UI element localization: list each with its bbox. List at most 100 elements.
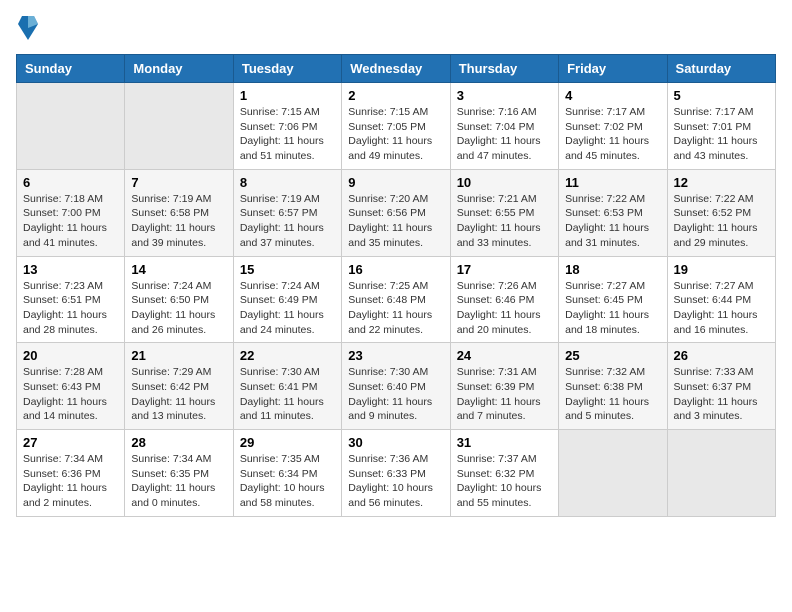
day-number: 30 <box>348 435 443 450</box>
day-number: 29 <box>240 435 335 450</box>
day-info: Sunrise: 7:27 AMSunset: 6:44 PMDaylight:… <box>674 279 769 338</box>
weekday-header-saturday: Saturday <box>667 55 775 83</box>
weekday-header-thursday: Thursday <box>450 55 558 83</box>
day-number: 23 <box>348 348 443 363</box>
calendar-cell: 12 Sunrise: 7:22 AMSunset: 6:52 PMDayligh… <box>667 169 775 256</box>
calendar-cell: 2Sunrise: 7:15 AMSunset: 7:05 PMDaylight… <box>342 83 450 170</box>
weekday-header-row: SundayMondayTuesdayWednesdayThursdayFrid… <box>17 55 776 83</box>
day-info: Sunrise: 7:24 AMSunset: 6:49 PMDaylight:… <box>240 279 335 338</box>
calendar-cell: 29 Sunrise: 7:35 AMSunset: 6:34 PMDayligh… <box>233 430 341 517</box>
weekday-header-wednesday: Wednesday <box>342 55 450 83</box>
day-info: Sunrise: 7:24 AMSunset: 6:50 PMDaylight:… <box>131 279 226 338</box>
day-number: 14 <box>131 262 226 277</box>
calendar-cell: 15 Sunrise: 7:24 AMSunset: 6:49 PMDayligh… <box>233 256 341 343</box>
calendar-cell: 27 Sunrise: 7:34 AMSunset: 6:36 PMDayligh… <box>17 430 125 517</box>
calendar-cell: 23 Sunrise: 7:30 AMSunset: 6:40 PMDayligh… <box>342 343 450 430</box>
calendar-cell: 6Sunrise: 7:18 AMSunset: 7:00 PMDaylight… <box>17 169 125 256</box>
weekday-header-tuesday: Tuesday <box>233 55 341 83</box>
calendar-cell: 3Sunrise: 7:16 AMSunset: 7:04 PMDaylight… <box>450 83 558 170</box>
day-number: 2 <box>348 88 443 103</box>
day-info: Sunrise: 7:32 AMSunset: 6:38 PMDaylight:… <box>565 365 660 424</box>
calendar-week-2: 6Sunrise: 7:18 AMSunset: 7:00 PMDaylight… <box>17 169 776 256</box>
calendar-cell: 4 Sunrise: 7:17 AMSunset: 7:02 PMDaylight… <box>559 83 667 170</box>
day-info: Sunrise: 7:34 AMSunset: 6:35 PMDaylight:… <box>131 452 226 511</box>
day-info: Sunrise: 7:21 AMSunset: 6:55 PMDaylight:… <box>457 192 552 251</box>
day-info: Sunrise: 7:17 AMSunset: 7:02 PMDaylight:… <box>565 105 660 164</box>
day-number: 15 <box>240 262 335 277</box>
day-number: 21 <box>131 348 226 363</box>
day-info: Sunrise: 7:22 AMSunset: 6:52 PMDaylight:… <box>674 192 769 251</box>
calendar-cell: 28 Sunrise: 7:34 AMSunset: 6:35 PMDayligh… <box>125 430 233 517</box>
day-info: Sunrise: 7:36 AMSunset: 6:33 PMDaylight:… <box>348 452 443 511</box>
day-info: Sunrise: 7:35 AMSunset: 6:34 PMDaylight:… <box>240 452 335 511</box>
day-number: 10 <box>457 175 552 190</box>
day-number: 12 <box>674 175 769 190</box>
day-number: 17 <box>457 262 552 277</box>
day-info: Sunrise: 7:22 AMSunset: 6:53 PMDaylight:… <box>565 192 660 251</box>
day-info: Sunrise: 7:30 AMSunset: 6:41 PMDaylight:… <box>240 365 335 424</box>
calendar-cell: 11 Sunrise: 7:22 AMSunset: 6:53 PMDayligh… <box>559 169 667 256</box>
day-info: Sunrise: 7:30 AMSunset: 6:40 PMDaylight:… <box>348 365 443 424</box>
day-info: Sunrise: 7:20 AMSunset: 6:56 PMDaylight:… <box>348 192 443 251</box>
calendar-cell: 19 Sunrise: 7:27 AMSunset: 6:44 PMDayligh… <box>667 256 775 343</box>
day-info: Sunrise: 7:16 AMSunset: 7:04 PMDaylight:… <box>457 105 552 164</box>
day-number: 11 <box>565 175 660 190</box>
calendar-cell: 1 Sunrise: 7:15 AMSunset: 7:06 PMDaylight… <box>233 83 341 170</box>
day-info: Sunrise: 7:19 AMSunset: 6:58 PMDaylight:… <box>131 192 226 251</box>
day-number: 1 <box>240 88 335 103</box>
calendar-week-3: 13 Sunrise: 7:23 AMSunset: 6:51 PMDayligh… <box>17 256 776 343</box>
calendar-cell <box>17 83 125 170</box>
day-info: Sunrise: 7:37 AMSunset: 6:32 PMDaylight:… <box>457 452 552 511</box>
day-info: Sunrise: 7:29 AMSunset: 6:42 PMDaylight:… <box>131 365 226 424</box>
day-info: Sunrise: 7:26 AMSunset: 6:46 PMDaylight:… <box>457 279 552 338</box>
logo-general <box>16 16 38 42</box>
day-number: 16 <box>348 262 443 277</box>
day-number: 8 <box>240 175 335 190</box>
day-info: Sunrise: 7:15 AMSunset: 7:06 PMDaylight:… <box>240 105 335 164</box>
day-number: 7 <box>131 175 226 190</box>
weekday-header-monday: Monday <box>125 55 233 83</box>
calendar-cell: 16 Sunrise: 7:25 AMSunset: 6:48 PMDayligh… <box>342 256 450 343</box>
day-number: 20 <box>23 348 118 363</box>
calendar-cell: 5Sunrise: 7:17 AMSunset: 7:01 PMDaylight… <box>667 83 775 170</box>
day-info: Sunrise: 7:27 AMSunset: 6:45 PMDaylight:… <box>565 279 660 338</box>
calendar-table: SundayMondayTuesdayWednesdayThursdayFrid… <box>16 54 776 517</box>
day-number: 31 <box>457 435 552 450</box>
day-number: 22 <box>240 348 335 363</box>
day-number: 28 <box>131 435 226 450</box>
calendar-cell: 10 Sunrise: 7:21 AMSunset: 6:55 PMDayligh… <box>450 169 558 256</box>
day-info: Sunrise: 7:28 AMSunset: 6:43 PMDaylight:… <box>23 365 118 424</box>
day-number: 25 <box>565 348 660 363</box>
day-info: Sunrise: 7:19 AMSunset: 6:57 PMDaylight:… <box>240 192 335 251</box>
logo-icon <box>18 14 38 42</box>
calendar-cell <box>667 430 775 517</box>
day-info: Sunrise: 7:34 AMSunset: 6:36 PMDaylight:… <box>23 452 118 511</box>
calendar-cell: 22 Sunrise: 7:30 AMSunset: 6:41 PMDayligh… <box>233 343 341 430</box>
calendar-cell: 26 Sunrise: 7:33 AMSunset: 6:37 PMDayligh… <box>667 343 775 430</box>
calendar-cell <box>125 83 233 170</box>
day-number: 4 <box>565 88 660 103</box>
day-number: 27 <box>23 435 118 450</box>
day-number: 26 <box>674 348 769 363</box>
day-number: 5 <box>674 88 769 103</box>
calendar-cell <box>559 430 667 517</box>
calendar-cell: 18Sunrise: 7:27 AMSunset: 6:45 PMDayligh… <box>559 256 667 343</box>
day-info: Sunrise: 7:23 AMSunset: 6:51 PMDaylight:… <box>23 279 118 338</box>
calendar-week-4: 20 Sunrise: 7:28 AMSunset: 6:43 PMDayligh… <box>17 343 776 430</box>
calendar-cell: 13 Sunrise: 7:23 AMSunset: 6:51 PMDayligh… <box>17 256 125 343</box>
calendar-cell: 20 Sunrise: 7:28 AMSunset: 6:43 PMDayligh… <box>17 343 125 430</box>
day-number: 24 <box>457 348 552 363</box>
calendar-cell: 9Sunrise: 7:20 AMSunset: 6:56 PMDaylight… <box>342 169 450 256</box>
calendar-cell: 25 Sunrise: 7:32 AMSunset: 6:38 PMDayligh… <box>559 343 667 430</box>
day-info: Sunrise: 7:18 AMSunset: 7:00 PMDaylight:… <box>23 192 118 251</box>
day-number: 19 <box>674 262 769 277</box>
day-info: Sunrise: 7:33 AMSunset: 6:37 PMDaylight:… <box>674 365 769 424</box>
calendar-cell: 7 Sunrise: 7:19 AMSunset: 6:58 PMDaylight… <box>125 169 233 256</box>
day-info: Sunrise: 7:31 AMSunset: 6:39 PMDaylight:… <box>457 365 552 424</box>
day-info: Sunrise: 7:25 AMSunset: 6:48 PMDaylight:… <box>348 279 443 338</box>
calendar-cell: 21 Sunrise: 7:29 AMSunset: 6:42 PMDayligh… <box>125 343 233 430</box>
calendar-cell: 24 Sunrise: 7:31 AMSunset: 6:39 PMDayligh… <box>450 343 558 430</box>
day-number: 13 <box>23 262 118 277</box>
weekday-header-sunday: Sunday <box>17 55 125 83</box>
calendar-week-5: 27 Sunrise: 7:34 AMSunset: 6:36 PMDayligh… <box>17 430 776 517</box>
